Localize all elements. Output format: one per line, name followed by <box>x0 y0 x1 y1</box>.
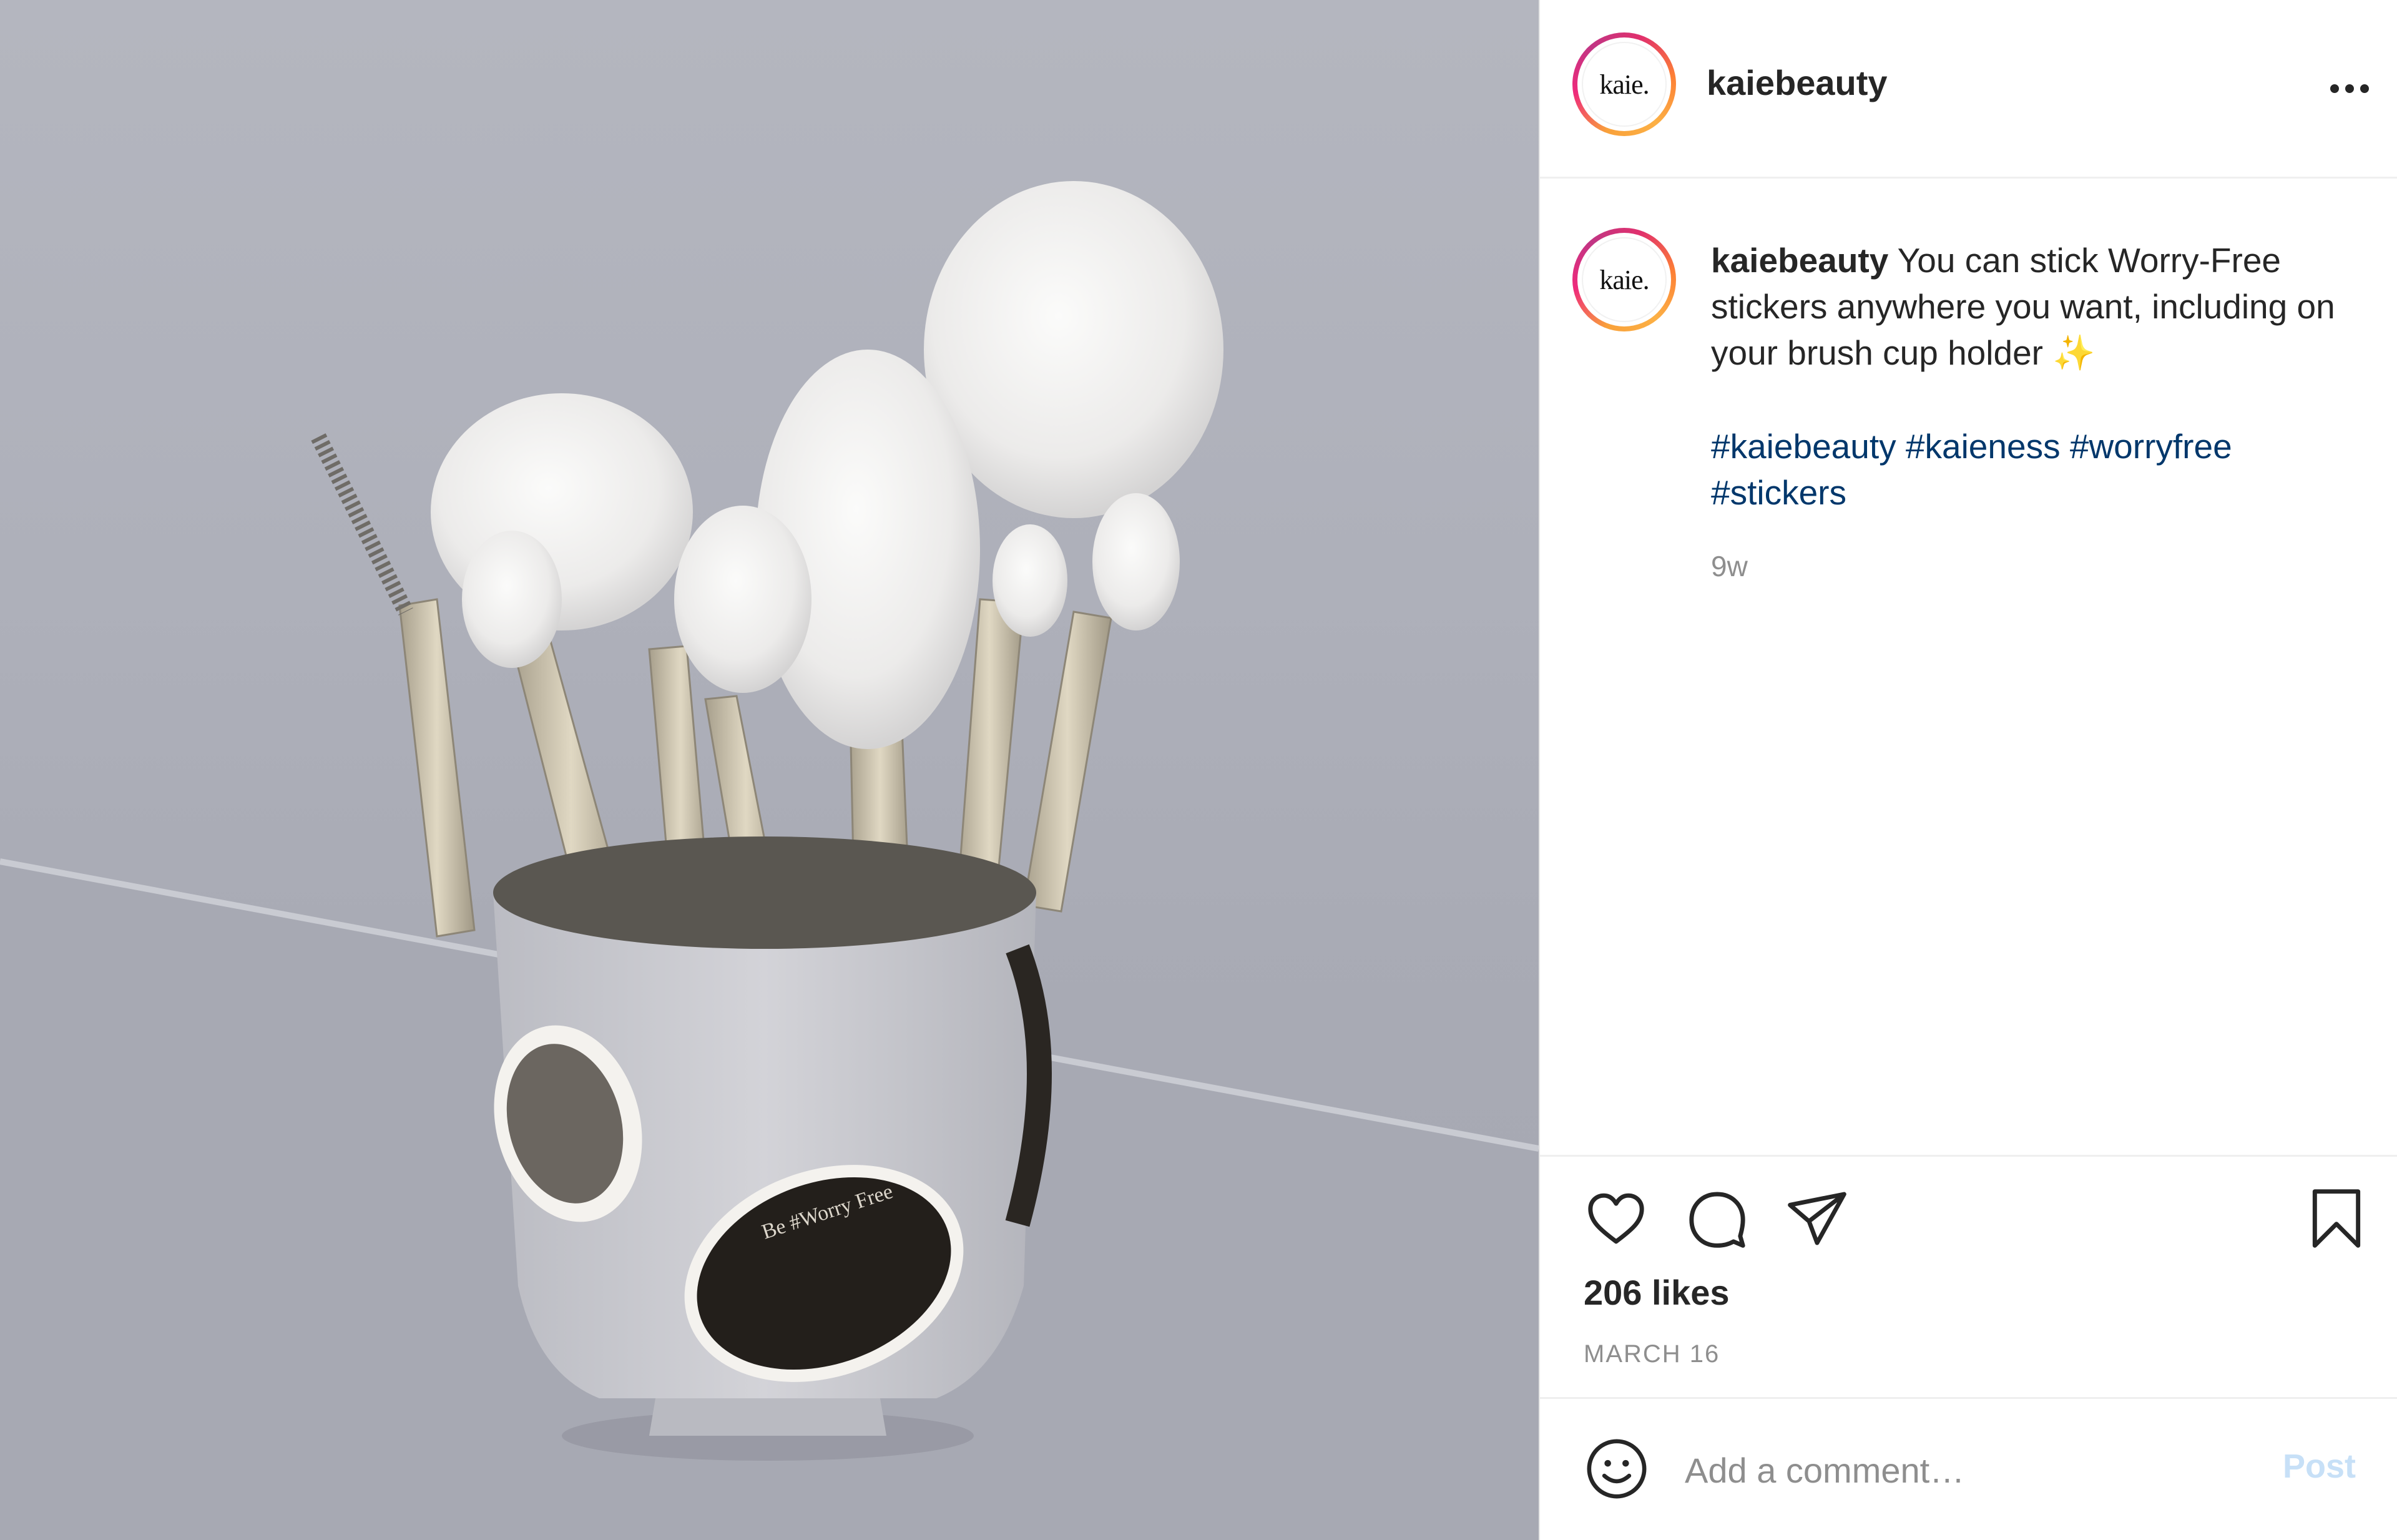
post-age[interactable]: 9w <box>1711 549 1748 583</box>
share-icon[interactable] <box>1785 1186 1850 1254</box>
sparkles-emoji: ✨ <box>2052 333 2096 372</box>
comment-icon[interactable] <box>1685 1186 1750 1254</box>
caption: kaiebeauty You can stick Worry-Free stic… <box>1711 237 2373 376</box>
avatar-logo: kaie. <box>1582 42 1667 127</box>
more-options-icon[interactable] <box>2321 70 2378 107</box>
post-comment-button[interactable]: Post <box>2283 1447 2356 1486</box>
divider <box>1540 1155 2397 1157</box>
divider <box>1540 1397 2397 1399</box>
hashtag-link[interactable]: #kaiebeauty <box>1711 427 1896 466</box>
hashtag-link[interactable]: #kaieness <box>1906 427 2061 466</box>
post-date: MARCH 16 <box>1584 1340 1720 1368</box>
caption-username[interactable]: kaiebeauty <box>1711 241 1888 280</box>
hashtag-link[interactable]: #worryfree <box>2070 427 2232 466</box>
comment-input[interactable] <box>1685 1436 2234 1504</box>
likes-count[interactable]: 206 likes <box>1584 1272 1730 1313</box>
post-sidebar: kaie. kaiebeauty kaie. kaiebeauty You ca… <box>1539 0 2397 1540</box>
heart-icon[interactable] <box>1584 1186 1649 1254</box>
avatar[interactable]: kaie. <box>1572 32 1676 136</box>
caption-avatar[interactable]: kaie. <box>1572 228 1676 331</box>
emoji-icon[interactable] <box>1584 1436 1650 1505</box>
header-username[interactable]: kaiebeauty <box>1707 62 1888 103</box>
bookmark-icon[interactable] <box>2304 1186 2369 1254</box>
divider <box>1540 177 2397 179</box>
post-image[interactable]: Be #Worry Free <box>0 0 1539 1540</box>
hashtag-list: #kaiebeauty #kaieness #worryfree #sticke… <box>1711 423 2373 516</box>
brush-cup-photo: Be #Worry Free <box>0 181 1539 1540</box>
avatar-logo: kaie. <box>1582 237 1667 322</box>
hashtag-link[interactable]: #stickers <box>1711 473 1846 512</box>
